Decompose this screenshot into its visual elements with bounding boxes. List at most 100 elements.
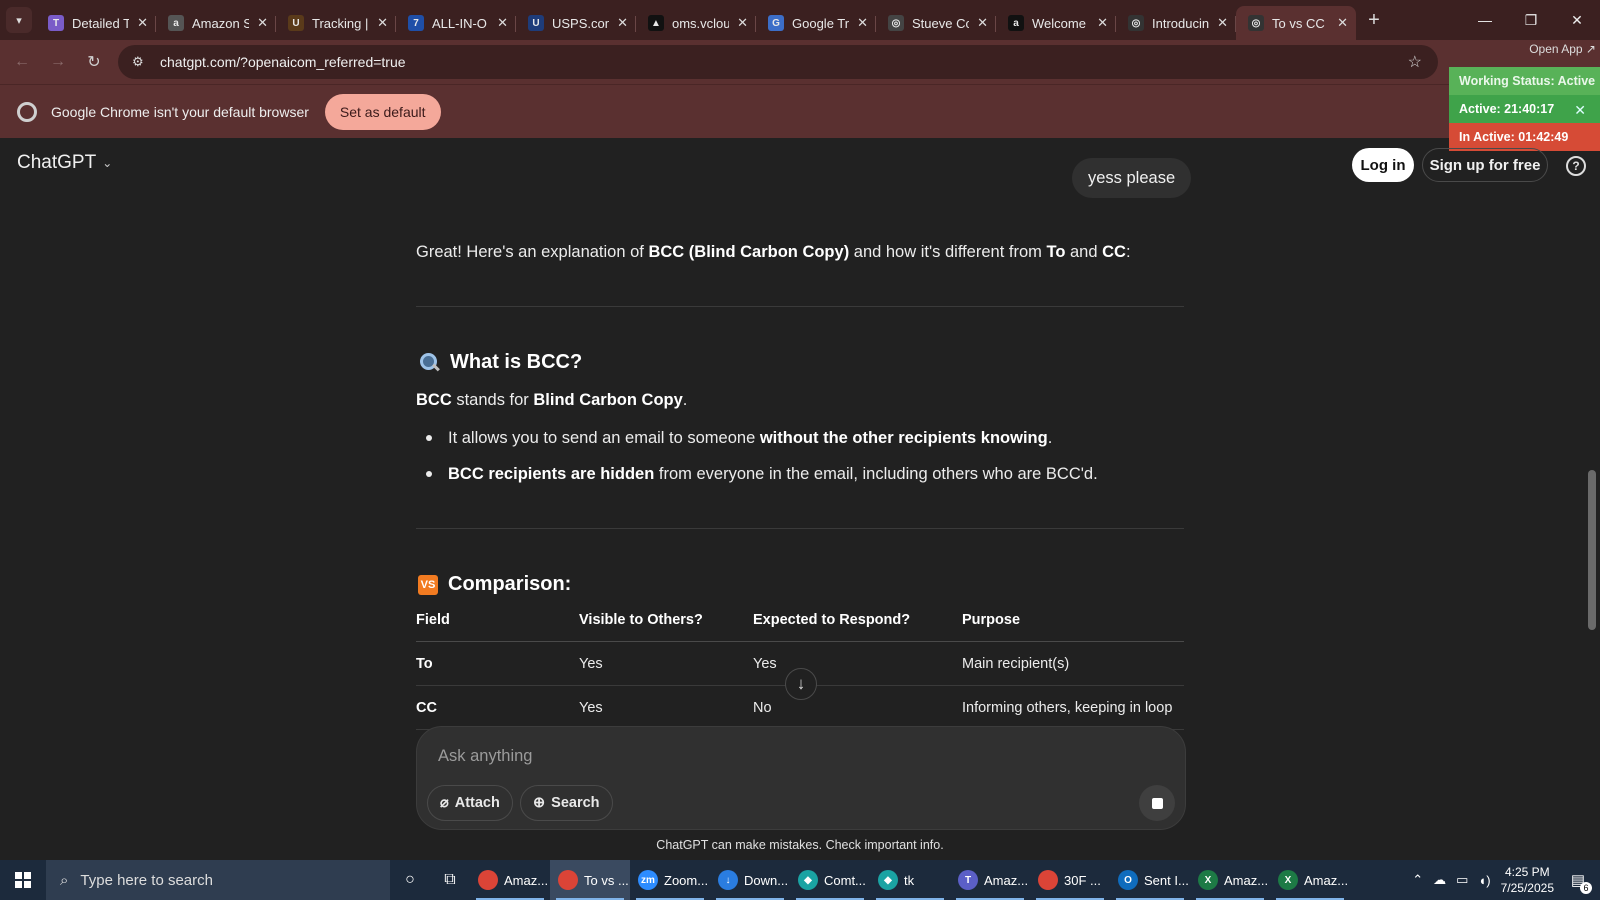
taskbar-app[interactable]: To vs ... bbox=[550, 860, 630, 900]
taskbar-app[interactable]: ◆ tk bbox=[870, 860, 950, 900]
signup-button[interactable]: Sign up for free bbox=[1422, 148, 1548, 182]
browser-tab[interactable]: U USPS.com ✕ bbox=[516, 6, 636, 40]
cortana-icon[interactable]: ○ bbox=[390, 860, 430, 900]
excel-icon: X bbox=[1278, 870, 1298, 890]
taskbar-app[interactable]: X Amaz... bbox=[1190, 860, 1270, 900]
tab-title: Amazon S bbox=[192, 15, 250, 31]
taskbar-app[interactable]: ↓ Down... bbox=[710, 860, 790, 900]
restore-icon[interactable]: ❐ bbox=[1508, 0, 1554, 40]
tab-close-icon[interactable]: ✕ bbox=[1097, 15, 1108, 31]
login-button[interactable]: Log in bbox=[1352, 148, 1414, 182]
model-selector[interactable]: ChatGPT ⌄ bbox=[17, 152, 112, 174]
table-cell: Yes bbox=[579, 655, 603, 672]
heading-text: What is BCC? bbox=[450, 351, 583, 373]
bookmark-star-icon[interactable]: ☆ bbox=[1408, 52, 1422, 72]
taskbar-app[interactable]: O Sent I... bbox=[1110, 860, 1190, 900]
tab-title: Google Tr bbox=[792, 15, 850, 31]
tab-favicon-icon: G bbox=[768, 15, 784, 31]
intro-bold: BCC (Blind Carbon Copy) bbox=[648, 243, 850, 261]
browser-tab[interactable]: a Welcome ✕ bbox=[996, 6, 1116, 40]
close-window-icon[interactable]: ✕ bbox=[1554, 0, 1600, 40]
section-heading-bcc: What is BCC? bbox=[418, 351, 582, 374]
windows-logo-icon bbox=[15, 872, 31, 888]
scroll-down-button[interactable]: ↓ bbox=[785, 668, 817, 700]
tab-close-icon[interactable]: ✕ bbox=[737, 15, 748, 31]
notification-icon[interactable]: ▤ 6 bbox=[1564, 866, 1592, 894]
tray-overflow-icon[interactable]: ⌃ bbox=[1412, 872, 1423, 888]
intro-bold: To bbox=[1046, 243, 1066, 261]
tab-favicon-icon: U bbox=[528, 15, 544, 31]
help-icon[interactable]: ? bbox=[1566, 156, 1586, 176]
browser-tab[interactable]: U Tracking | ✕ bbox=[276, 6, 396, 40]
taskbar-app[interactable]: X Amaz... bbox=[1270, 860, 1350, 900]
text: stands for bbox=[451, 391, 534, 409]
new-tab-button[interactable]: + bbox=[1360, 9, 1388, 32]
stop-generating-button[interactable] bbox=[1139, 785, 1175, 821]
taskbar-app[interactable]: Amaz... bbox=[470, 860, 550, 900]
minimize-icon[interactable]: — bbox=[1462, 0, 1508, 40]
open-app-link[interactable]: Open App ↗ bbox=[1529, 42, 1596, 56]
taskbar-app[interactable]: ◆ Comt... bbox=[790, 860, 870, 900]
forward-icon[interactable]: → bbox=[40, 53, 76, 71]
intro-text: Great! Here's an explanation of bbox=[416, 243, 649, 261]
app-icon: ◆ bbox=[798, 870, 818, 890]
volume-icon[interactable]: ◖) bbox=[1478, 873, 1490, 888]
taskbar-app[interactable]: zm Zoom... bbox=[630, 860, 710, 900]
message-input[interactable]: Ask anything bbox=[438, 747, 532, 766]
site-info-icon[interactable]: ⚙ bbox=[132, 54, 154, 70]
taskbar-app[interactable]: T Amaz... bbox=[950, 860, 1030, 900]
address-bar[interactable]: ⚙ chatgpt.com/?openaicom_referred=true ☆ bbox=[118, 45, 1438, 79]
set-as-default-button[interactable]: Set as default bbox=[324, 93, 441, 130]
browser-tab[interactable]: G Google Tr ✕ bbox=[756, 6, 876, 40]
start-button[interactable] bbox=[0, 860, 46, 900]
tab-close-icon[interactable]: ✕ bbox=[497, 15, 508, 31]
reload-icon[interactable]: ↻ bbox=[76, 52, 112, 72]
table-cell: Yes bbox=[753, 655, 777, 672]
browser-tab[interactable]: ◎ Stueve Co ✕ bbox=[876, 6, 996, 40]
tab-close-icon[interactable]: ✕ bbox=[377, 15, 388, 31]
tab-title: Stueve Co bbox=[912, 15, 970, 31]
default-browser-infobar: Google Chrome isn't your default browser… bbox=[0, 84, 1600, 138]
browser-tab[interactable]: a Amazon S ✕ bbox=[156, 6, 276, 40]
browser-tab[interactable]: ◎ To vs CC ✕ bbox=[1236, 6, 1356, 40]
section-heading-comparison: VS Comparison: bbox=[418, 573, 571, 596]
browser-toolbar: ← → ↻ ⚙ chatgpt.com/?openaicom_referred=… bbox=[0, 40, 1600, 84]
browser-tab[interactable]: ▲ oms.vclou ✕ bbox=[636, 6, 756, 40]
tab-close-icon[interactable]: ✕ bbox=[1337, 15, 1348, 31]
teams-icon: T bbox=[958, 870, 978, 890]
tab-search-button[interactable]: ▾ bbox=[6, 7, 32, 33]
working-status: Working Status: Active bbox=[1449, 67, 1600, 95]
network-icon[interactable]: ▭ bbox=[1456, 872, 1468, 888]
tab-strip: ▾ T Detailed T ✕ a Amazon S ✕ U Tracking | ✕ 7 ALL… bbox=[0, 0, 1600, 40]
tab-favicon-icon: T bbox=[48, 15, 64, 31]
scrollbar-thumb[interactable] bbox=[1588, 470, 1596, 630]
tab-close-icon[interactable]: ✕ bbox=[1217, 15, 1228, 31]
taskbar-app[interactable]: 30F ... bbox=[1030, 860, 1110, 900]
tab-title: oms.vclou bbox=[672, 15, 730, 31]
tab-close-icon[interactable]: ✕ bbox=[617, 15, 628, 31]
taskbar-search[interactable]: ⌕ Type here to search bbox=[46, 860, 390, 900]
tab-close-icon[interactable]: ✕ bbox=[137, 15, 148, 31]
attach-label: Attach bbox=[454, 795, 500, 811]
browser-tab[interactable]: T Detailed T ✕ bbox=[36, 6, 156, 40]
bold-text: BCC recipients are hidden bbox=[448, 465, 655, 483]
disclaimer: ChatGPT can make mistakes. Check importa… bbox=[656, 838, 944, 852]
back-icon[interactable]: ← bbox=[4, 53, 40, 71]
url-text[interactable]: chatgpt.com/?openaicom_referred=true bbox=[160, 54, 406, 70]
chrome-icon bbox=[1038, 870, 1058, 890]
browser-tab[interactable]: 7 ALL-IN-O ✕ bbox=[396, 6, 516, 40]
table-cell: Informing others, keeping in loop bbox=[962, 699, 1173, 716]
clock[interactable]: 4:25 PM 7/25/2025 bbox=[1501, 864, 1554, 896]
onedrive-icon[interactable]: ☁ bbox=[1433, 872, 1446, 888]
browser-tab[interactable]: ◎ Introducin ✕ bbox=[1116, 6, 1236, 40]
tab-favicon-icon: a bbox=[1008, 15, 1024, 31]
attach-button[interactable]: ⌀ Attach bbox=[427, 785, 513, 821]
close-icon[interactable]: ✕ bbox=[1574, 102, 1586, 119]
task-view-icon[interactable]: ⧉ bbox=[430, 860, 470, 900]
tab-close-icon[interactable]: ✕ bbox=[857, 15, 868, 31]
tab-close-icon[interactable]: ✕ bbox=[977, 15, 988, 31]
window-controls: — ❐ ✕ bbox=[1462, 0, 1600, 40]
search-button[interactable]: ⊕ Search bbox=[520, 785, 613, 821]
tab-favicon-icon: a bbox=[168, 15, 184, 31]
tab-close-icon[interactable]: ✕ bbox=[257, 15, 268, 31]
